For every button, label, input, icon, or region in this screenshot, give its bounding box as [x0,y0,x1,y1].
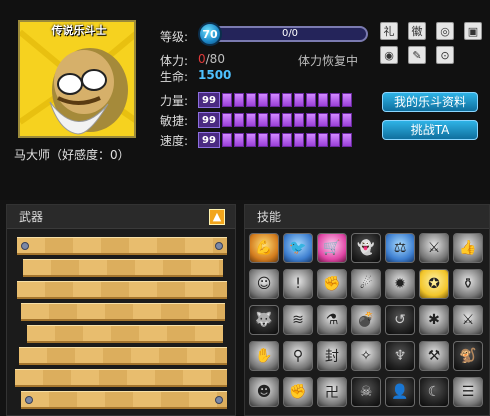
bolt-icon [215,242,223,250]
weapon-slot-6[interactable] [19,347,227,365]
stamina-current: 0 [198,52,206,66]
wing-skill-icon[interactable]: ✧ [351,341,381,371]
character-name: 马大师（好感度：0） [14,148,130,162]
exp-bar: 0/0 [212,26,368,42]
thumbs-skill-icon[interactable]: 👍 [453,233,483,263]
monkey-skill-icon[interactable]: 🐒 [453,341,483,371]
skills-title: 技能 [257,210,282,224]
wolf-skill-icon[interactable]: 🐺 [249,305,279,335]
gift-icon[interactable]: 礼 [380,22,398,40]
weapon-slot-5[interactable] [27,325,223,343]
bolt-icon [25,396,33,404]
skills-header: 技能 [245,205,489,229]
target-icon[interactable]: ⊙ [436,46,454,64]
level-label: 等级: [160,30,189,44]
agility-cells [222,113,352,127]
scale-skill-icon[interactable]: ⚖ [385,233,415,263]
fist-skill-icon[interactable]: ✊ [317,269,347,299]
strength-label: 力量: [160,94,189,108]
skills-panel: 技能 💪 🐦 🛒 👻 ⚖ ⚔ 👍 ☺! ✊ ☄ ✹ ✪ ⚱ 🐺 ≋ ⚗ 💣 ↺ ✱ ⚔ ✋ ⚲ 封 ✧ ♆ ⚒ 🐒 ☻ ✊ 卍 ☠ 👤 ☾ ☰ [244,204,490,416]
title-badge: 传说乐斗士 [51,24,107,37]
bag-icon[interactable]: ▣ [464,22,482,40]
weapons-title: 武器 [19,210,44,224]
exp-text: 0/0 [281,28,299,39]
challenge-button[interactable]: 挑战TA [382,120,478,140]
scroll-icon[interactable]: ✎ [408,46,426,64]
blade-skill-icon[interactable]: ⚒ [419,341,449,371]
ghost-skill-icon[interactable]: 👤 [385,377,415,407]
weapon-slot-4[interactable] [21,303,225,321]
fire-skill-icon[interactable]: ☄ [351,269,381,299]
bottle-skill-icon[interactable]: ⚗ [317,305,347,335]
weapon-slot-2[interactable] [23,259,223,277]
profile-section: 传说乐斗士 马大师（好感度：0） 等级: 70 0/0 体力: 0/80 体力恢… [0,0,490,200]
seal-skill-icon[interactable]: 封 [317,341,347,371]
speed-label: 速度: [160,134,189,148]
crescent-skill-icon[interactable]: ☾ [419,377,449,407]
weapons-panel: 武器 ▲ [6,204,236,416]
my-profile-button[interactable]: 我的乐斗资料 [382,92,478,112]
sigil-skill-icon[interactable]: 卍 [317,377,347,407]
reflect-skill-icon[interactable]: ↺ [385,305,415,335]
weapon-slot-3[interactable] [17,281,227,299]
avatar[interactable]: 传说乐斗士 [18,20,136,138]
bird-skill-icon[interactable]: 🐦 [283,233,313,263]
strength-value: 99 [198,92,220,108]
burst-skill-icon[interactable]: ✹ [385,269,415,299]
stroller-skill-icon[interactable]: 🛒 [317,233,347,263]
arrow-up-icon[interactable]: ▲ [209,209,225,225]
muscle-skill-icon[interactable]: 💪 [249,233,279,263]
horn-skill-icon[interactable]: ♆ [385,341,415,371]
life-value: 1500 [198,68,232,82]
strength-cells [222,93,352,107]
agility-label: 敏捷: [160,114,189,128]
weapon-slot-7[interactable] [15,369,227,387]
character-portrait-icon [20,22,134,136]
skills-grid: 💪 🐦 🛒 👻 ⚖ ⚔ 👍 ☺! ✊ ☄ ✹ ✪ ⚱ 🐺 ≋ ⚗ 💣 ↺ ✱ ⚔ ✋ ⚲ 封 ✧ ♆ ⚒ 🐒 ☻ ✊ 卍 ☠ 👤 ☾ ☰ [249,233,485,407]
speed-value: 99 [198,132,220,148]
shield-icon[interactable]: ◎ [436,22,454,40]
speed-cells [222,133,352,147]
stamina-max: /80 [205,52,225,66]
badge-icon[interactable]: ◉ [380,46,398,64]
claw-skill-icon[interactable]: ✊ [283,377,313,407]
head-skill-icon[interactable]: ☻ [249,377,279,407]
agility-value: 99 [198,112,220,128]
shield-skill-icon[interactable]: ! [283,269,313,299]
daze-skill-icon[interactable]: ✱ [419,305,449,335]
dark-spirit-skill-icon[interactable]: 👻 [351,233,381,263]
sword-skill-icon[interactable]: ⚔ [453,305,483,335]
level-badge: 70 [198,22,222,46]
bolt-icon [21,242,29,250]
bolt-icon [215,396,223,404]
potion-skill-icon[interactable]: ⚲ [283,341,313,371]
punch-skill-icon[interactable]: ✋ [249,341,279,371]
sack-skill-icon[interactable]: ⚱ [453,269,483,299]
demon-skill-icon[interactable]: ☠ [351,377,381,407]
weapons-header: 武器 ▲ [7,205,235,229]
crossed-swords-skill-icon[interactable]: ⚔ [419,233,449,263]
stamina-value: 0/80 [198,52,225,66]
stamina-recover-text: 体力恢复中 [298,54,359,68]
stripe-skill-icon[interactable]: ☰ [453,377,483,407]
stamina-label: 体力: [160,54,189,68]
wave-skill-icon[interactable]: ≋ [283,305,313,335]
bomb-skill-icon[interactable]: 💣 [351,305,381,335]
emblem-icon[interactable]: 徽 [408,22,426,40]
golden-skill-icon[interactable]: ✪ [419,269,449,299]
life-label: 生命: [160,70,189,84]
weapon-slot-8[interactable] [21,391,227,409]
weapon-slot-1[interactable] [17,237,227,255]
body-skill-icon[interactable]: ☺ [249,269,279,299]
